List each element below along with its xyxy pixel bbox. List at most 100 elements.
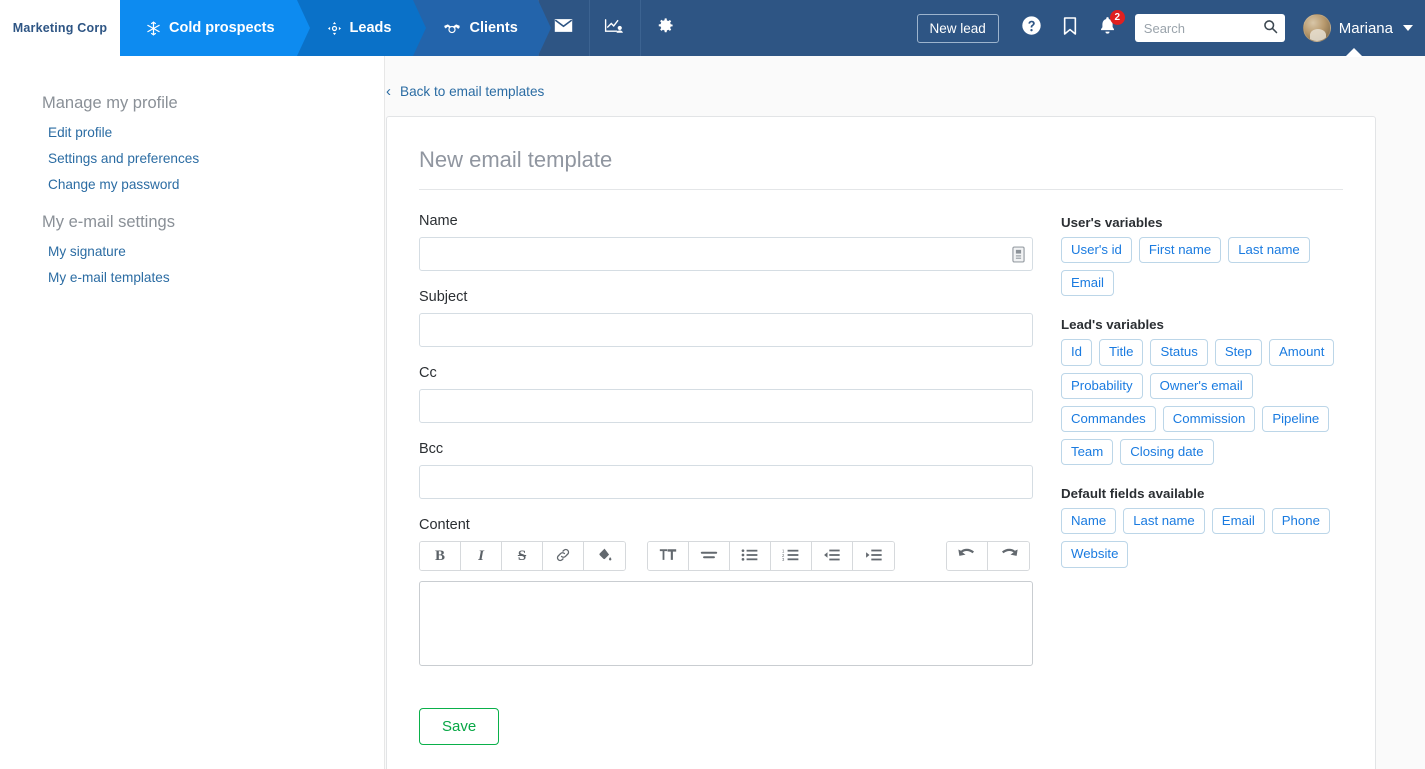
default-fields-title: Default fields available (1061, 486, 1205, 502)
bullet-list-button[interactable] (730, 542, 771, 570)
italic-button[interactable]: I (461, 542, 502, 570)
list-item: My e-mail templates (42, 269, 384, 287)
toolbar-group-history (946, 541, 1030, 571)
nav-tab-label: Leads (349, 20, 392, 36)
notification-badge: 2 (1109, 10, 1125, 25)
avatar (1302, 14, 1331, 42)
variable-chip[interactable]: Pipeline (1262, 405, 1330, 433)
sidebar-item-my-signature[interactable]: My signature (42, 244, 126, 259)
redo-button[interactable] (988, 542, 1029, 570)
bullet-list-icon (741, 548, 759, 565)
indent-button[interactable] (853, 542, 894, 570)
cc-input[interactable] (419, 389, 1033, 423)
tab-arrow-icon (296, 0, 310, 56)
variable-chip[interactable]: Website (1061, 541, 1129, 568)
primary-nav-tabs: Cold prospects Leads Clients (120, 0, 551, 56)
brand-logo[interactable]: Marketing Corp (0, 0, 120, 56)
sidebar-item-change-my-password[interactable]: Change my password (42, 177, 179, 192)
variable-chip[interactable]: Email (1061, 270, 1114, 297)
help-button[interactable] (1013, 9, 1051, 47)
back-to-email-templates-link[interactable]: ‹ Back to email templates (386, 56, 544, 99)
subject-label: Subject (419, 289, 468, 305)
nav-tab-clients[interactable]: Clients (413, 0, 551, 56)
variable-chip[interactable]: Status (1150, 339, 1208, 366)
variable-chip[interactable]: Amount (1268, 339, 1335, 366)
save-button[interactable]: Save (419, 708, 500, 745)
sidebar-item-settings-and-preferences[interactable]: Settings and preferences (42, 151, 199, 166)
sidebar-list-email: My signature My e-mail templates (42, 243, 384, 287)
variable-chip[interactable]: Email (1211, 508, 1265, 535)
bcc-label: Bcc (419, 441, 444, 457)
template-form: Name Subject Cc Bcc Content B I S 1 2 3 … (419, 213, 1033, 745)
variable-chip[interactable]: Commission (1162, 405, 1256, 433)
nav-tab-leads[interactable]: Leads (296, 0, 427, 56)
align-center-button[interactable] (689, 542, 730, 570)
nav-tab-analytics[interactable] (588, 0, 640, 56)
nav-tab-label: Clients (469, 20, 518, 36)
variable-chip[interactable]: Last name (1123, 508, 1205, 535)
sidebar-item-my-email-templates[interactable]: My e-mail templates (42, 270, 170, 285)
insert-variable-icon[interactable] (1011, 245, 1025, 263)
new-email-template-card: New email template Name Subject Cc Bcc C… (386, 116, 1376, 769)
question-circle-icon (1021, 15, 1042, 41)
field-subject: Subject (419, 289, 1033, 347)
link-icon (555, 547, 571, 566)
users-variables-title: User's variables (1061, 215, 1163, 230)
sidebar-item-edit-profile[interactable]: Edit profile (42, 125, 112, 140)
bookmark-button[interactable] (1051, 9, 1089, 47)
variable-chip[interactable]: Owner's email (1149, 372, 1253, 399)
user-name-label: Mariana (1338, 19, 1393, 37)
toolbar-group-paragraph: 1 2 3 (647, 541, 895, 571)
outdent-button[interactable] (812, 542, 853, 570)
bcc-input[interactable] (419, 465, 1033, 499)
toolbar-group-format: B I S (419, 541, 626, 571)
strikethrough-button[interactable]: S (502, 542, 543, 570)
variable-chip[interactable]: Title (1099, 339, 1144, 366)
bold-button[interactable]: B (420, 542, 461, 570)
variable-chip[interactable]: Team (1061, 439, 1114, 466)
subject-input[interactable] (419, 313, 1033, 347)
align-center-icon (700, 548, 718, 565)
fill-color-button[interactable] (584, 542, 625, 570)
outdent-icon (823, 548, 841, 565)
variable-chip[interactable]: User's id (1061, 237, 1132, 264)
variable-chip[interactable]: Name (1061, 508, 1117, 535)
variable-chip[interactable]: Commandes (1061, 405, 1156, 433)
variable-chip[interactable]: First name (1138, 237, 1222, 264)
content-editor[interactable] (419, 581, 1033, 666)
leads-variables-title: Lead's variables (1061, 317, 1164, 333)
variable-chip[interactable]: Step (1214, 339, 1262, 366)
sidebar-heading-email-settings: My e-mail settings (42, 213, 175, 231)
field-name: Name (419, 213, 1033, 271)
user-menu[interactable]: Mariana (1302, 14, 1413, 42)
variable-chip[interactable]: Probability (1061, 372, 1143, 399)
nav-tab-settings[interactable] (639, 0, 691, 56)
settings-sidebar: Manage my profile Edit profile Settings … (0, 56, 384, 769)
nav-tab-cold-prospects[interactable]: Cold prospects (120, 0, 310, 56)
numbered-list-button[interactable]: 1 2 3 (771, 542, 812, 570)
font-size-button[interactable] (648, 542, 689, 570)
variable-chip[interactable]: Closing date (1120, 439, 1214, 466)
search-button[interactable] (1261, 18, 1281, 38)
notifications-button[interactable]: 2 (1089, 9, 1127, 47)
variable-chip[interactable]: Last name (1228, 237, 1310, 264)
variable-chip[interactable]: Phone (1271, 508, 1330, 535)
default-fields-chips: Name Last name Email Phone Website (1061, 508, 1343, 568)
variable-chip[interactable]: Id (1061, 339, 1092, 366)
name-input[interactable] (419, 237, 1033, 271)
link-button[interactable] (543, 542, 584, 570)
name-input-wrap (419, 237, 1033, 271)
tab-arrow-icon (537, 0, 551, 56)
sidebar-list-profile: Edit profile Settings and preferences Ch… (42, 124, 384, 194)
bookmark-icon (1062, 16, 1078, 41)
new-lead-button[interactable]: New lead (916, 13, 999, 43)
brand-label: Marketing Corp (12, 21, 108, 35)
rich-text-toolbar: B I S 1 2 3 (419, 541, 1033, 571)
field-cc: Cc (419, 365, 1033, 423)
name-label: Name (419, 213, 458, 229)
list-item: My signature (42, 243, 384, 261)
content-label: Content (419, 517, 470, 533)
list-item: Edit profile (42, 124, 384, 142)
undo-button[interactable] (947, 542, 988, 570)
snowflake-icon (146, 20, 161, 36)
